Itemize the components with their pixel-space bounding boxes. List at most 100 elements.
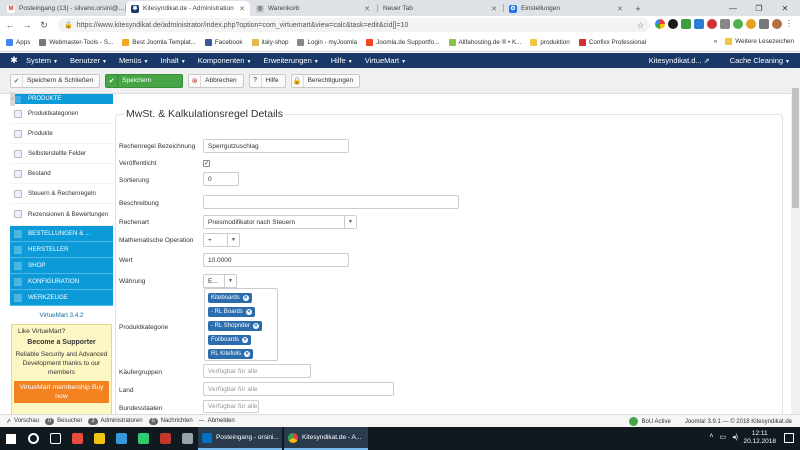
sidebar-item-bestand[interactable]: Bestand (10, 164, 113, 184)
explorer-icon[interactable] (88, 427, 110, 450)
close-window-icon[interactable]: ✕ (772, 0, 798, 16)
logout-link[interactable]: — Abmelden (199, 418, 235, 424)
menu-virtuemart[interactable]: VirtueMart ▼ (365, 56, 406, 65)
filezilla-icon[interactable] (154, 427, 176, 450)
extension-icon[interactable] (746, 19, 756, 29)
name-input[interactable]: Sperrgutzuschlag (203, 139, 349, 153)
cancel-button[interactable]: ⊗ Abbrechen (188, 73, 244, 88)
windows-start-icon[interactable] (0, 427, 22, 450)
extension-icon[interactable] (655, 19, 665, 29)
published-checkbox[interactable]: ✓ (203, 160, 210, 167)
chevron-up-icon[interactable]: ˄ (709, 433, 713, 441)
help-button[interactable]: ? Hilfe (248, 73, 286, 88)
app-icon[interactable] (66, 427, 88, 450)
avatar[interactable] (772, 19, 782, 29)
country-input[interactable]: Verfügbar für alle (203, 382, 394, 396)
bookmark-myjoomla[interactable]: Login - myJoomla (297, 39, 357, 46)
sidebar-item-produktkategorien[interactable]: Produktkategorien (10, 104, 113, 124)
app-icon[interactable] (176, 427, 198, 450)
bookmark-webmaster-tools[interactable]: Webmaster-Tools - S... (39, 39, 113, 46)
app-icon[interactable] (132, 427, 154, 450)
new-tab-button[interactable]: + (630, 1, 646, 16)
save-button[interactable]: ✔ Speichern (105, 73, 184, 88)
tab-warenkorb[interactable]: ◎ Warenkorb ✕ (251, 1, 375, 16)
sidebar-cat-konfiguration[interactable]: KONFIGURATION (10, 274, 113, 290)
page-scrollbar[interactable] (791, 68, 800, 414)
bookmark-italy-shop[interactable]: italy-shop (251, 39, 288, 46)
site-name-link[interactable]: Kitesyndikat.d... ⇗ (649, 56, 710, 65)
menu-komponenten[interactable]: Komponenten ▼ (198, 56, 252, 65)
sidebar-item-steuern[interactable]: Steuern & Rechenregeln (10, 184, 113, 204)
minimize-icon[interactable]: — (720, 0, 746, 16)
membership-buy-button[interactable]: VirtueMart membership Buy now (14, 381, 109, 403)
bookmark-joomla-templates[interactable]: Best Joomla Templat... (122, 39, 196, 46)
cache-cleaning-button[interactable]: Cache Cleaning ▼ (730, 56, 790, 65)
sidebar-item-rezensionen[interactable]: Rezensionen & Bewertungen (10, 204, 113, 226)
shoppergroups-input[interactable]: Verfügbar für alle (203, 364, 311, 378)
notifications-icon[interactable] (784, 433, 794, 443)
menu-hilfe[interactable]: Hilfe ▼ (331, 56, 353, 65)
close-icon[interactable]: ✕ (613, 5, 623, 13)
volume-icon[interactable]: ◂) (732, 433, 738, 441)
operation-select[interactable]: + ▼ (203, 233, 240, 247)
sidebar-collapse-handle[interactable]: ‹ (10, 92, 15, 106)
sidebar-cat-hersteller[interactable]: HERSTELLER (10, 242, 113, 258)
cortana-icon[interactable] (22, 427, 44, 450)
description-input[interactable] (203, 195, 459, 209)
remove-icon[interactable]: ✕ (242, 295, 249, 301)
extension-icon[interactable] (681, 19, 691, 29)
network-icon[interactable]: ▭ (720, 433, 727, 441)
calctype-select[interactable]: Preismodifikator nach Steuern ▼ (203, 215, 357, 229)
other-bookmarks[interactable]: Weitere Lesezeichen (735, 38, 794, 45)
menu-system[interactable]: System ▼ (26, 56, 58, 65)
bookmark-confixx[interactable]: Confixx Professional (578, 39, 646, 46)
menu-inhalt[interactable]: Inhalt ▼ (160, 56, 185, 65)
admins-status[interactable]: 2 Administratoren (88, 417, 143, 425)
extension-icon[interactable] (733, 19, 743, 29)
visitors-status[interactable]: 0 Besucher (45, 417, 82, 425)
menu-erweiterungen[interactable]: Erweiterungen ▼ (263, 56, 318, 65)
menu-menues[interactable]: Menüs ▼ (119, 56, 148, 65)
back-icon[interactable]: ← (3, 18, 17, 32)
order-input[interactable]: 0 (203, 172, 239, 186)
extension-icon[interactable] (720, 19, 730, 29)
remove-icon[interactable]: ✕ (242, 337, 249, 343)
bookmark-allfahosting[interactable]: Allfahosting.de ® • K... (448, 39, 521, 46)
extension-icon[interactable] (707, 19, 717, 29)
sidebar-item-produkte[interactable]: Produkte (10, 124, 113, 144)
remove-icon[interactable]: ✕ (244, 351, 251, 357)
close-icon[interactable]: ✕ (487, 5, 497, 13)
extension-icon[interactable] (668, 19, 678, 29)
task-view-icon[interactable] (44, 427, 66, 450)
extension-icon[interactable] (694, 19, 704, 29)
sidebar-cat-shop[interactable]: SHOP (10, 258, 113, 274)
bookmark-produktion[interactable]: produktion (530, 39, 570, 46)
bookmark-apps[interactable]: Apps (6, 39, 30, 46)
close-icon[interactable]: ✕ (235, 5, 245, 13)
forward-icon[interactable]: → (20, 18, 34, 32)
tab-settings[interactable]: ⚙ Einstellungen ✕ (504, 1, 628, 16)
tab-gmail[interactable]: M Posteingang (13) - silvano.orsini@... … (2, 1, 124, 16)
url-bar[interactable]: 🔒 https://www.kitesyndikat.de/administra… (58, 18, 650, 32)
scrollbar-thumb[interactable] (792, 88, 799, 208)
sidebar-cat-werkzeuge[interactable]: WERKZEUGE (10, 290, 113, 306)
save-close-button[interactable]: ✔ Speichern & Schließen (10, 73, 101, 88)
taskbar-item-chrome[interactable]: Kitesyndikat.de - A... (284, 427, 368, 450)
value-input[interactable]: 10.0000 (203, 253, 349, 267)
remove-icon[interactable]: ✕ (252, 323, 259, 329)
permissions-button[interactable]: 🔒 Berechtigungen (290, 73, 361, 88)
maximize-icon[interactable]: ❐ (746, 0, 772, 16)
menu-icon[interactable]: ⋮ (785, 19, 793, 29)
bookmark-facebook[interactable]: Facebook (204, 39, 243, 46)
sidebar-header-produkte[interactable]: PRODUKTE (10, 94, 113, 104)
messages-status[interactable]: 0 Nachrichten (148, 417, 193, 425)
taskbar-item-outlook[interactable]: Posteingang - orsini... (198, 427, 282, 450)
remove-icon[interactable]: ✕ (245, 309, 252, 315)
tab-kitesyndikat-admin[interactable]: ✱ Kitesyndikat.de - Administration ✕ (126, 1, 250, 16)
bookmarks-overflow-button[interactable]: » (714, 38, 718, 45)
sidebar-item-felder[interactable]: Selbsterstellte Felder (10, 144, 113, 164)
menu-benutzer[interactable]: Benutzer ▼ (70, 56, 107, 65)
reload-icon[interactable]: ↻ (37, 18, 51, 32)
states-input[interactable]: Verfügbar für alle (203, 400, 259, 413)
category-multiselect[interactable]: Kiteboards ✕ - RL Boards ✕ - RL Shopnder ✕ … (204, 288, 278, 361)
